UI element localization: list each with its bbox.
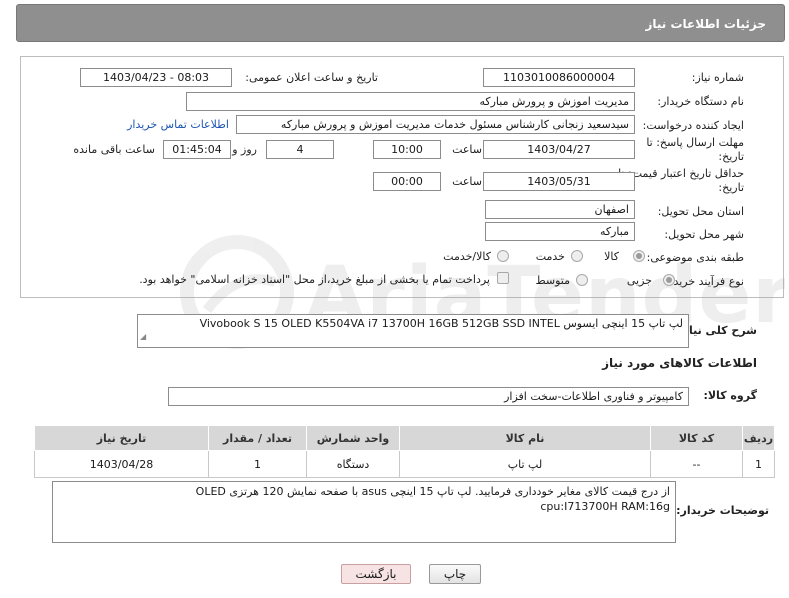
province-field[interactable]: اصفهان: [485, 200, 635, 219]
table-header-row: ردیف کد کالا نام کالا واحد شمارش تعداد /…: [34, 425, 775, 451]
announce-date-label: تاریخ و ساعت اعلان عمومی:: [245, 71, 378, 84]
need-number-label: شماره نیاز:: [691, 71, 744, 84]
description-label: شرح کلی نیاز:: [678, 324, 757, 337]
back-button[interactable]: بازگشت: [341, 564, 411, 584]
purchase-option-medium: متوسط: [535, 274, 570, 287]
purchase-radio-medium[interactable]: [576, 274, 588, 286]
purchase-type-label: نوع فرآیند خرید :: [666, 275, 744, 288]
col-header-code: کد کالا: [650, 425, 743, 451]
buyer-org-label: نام دستگاه خریدار:: [657, 95, 744, 108]
description-text: لپ تاپ 15 اینچی ایسوس Vivobook S 15 OLED…: [199, 317, 683, 330]
print-button[interactable]: چاپ: [429, 564, 481, 584]
city-field[interactable]: مبارکه: [485, 222, 635, 241]
buyer-notes-line-2: cpu:I713700H RAM:16g: [540, 500, 670, 513]
remaining-time-field[interactable]: 01:45:04: [163, 140, 231, 159]
cell-unit: دستگاه: [306, 450, 400, 478]
reply-time-label: ساعت: [452, 143, 482, 156]
category-radio-service[interactable]: [571, 250, 583, 262]
category-label: طبقه بندی موضوعی:: [646, 251, 744, 264]
price-validity-time[interactable]: 00:00: [373, 172, 441, 191]
category-radio-goods[interactable]: [633, 250, 645, 262]
cell-quantity: 1: [208, 450, 307, 478]
price-validity-date[interactable]: 1403/05/31: [483, 172, 635, 191]
buyer-contact-link[interactable]: اطلاعات تماس خریدار: [127, 118, 229, 131]
reply-deadline-date[interactable]: 1403/04/27: [483, 140, 635, 159]
requester-label: ایجاد کننده درخواست:: [642, 119, 744, 132]
category-option-service: خدمت: [535, 250, 565, 263]
col-header-row-number: ردیف: [742, 425, 775, 451]
table-row[interactable]: 1 -- لپ تاپ دستگاه 1 1403/04/28: [34, 450, 775, 478]
goods-group-field[interactable]: کامپیوتر و فناوری اطلاعات-سخت افزار: [168, 387, 689, 406]
city-label: شهر محل تحویل:: [664, 228, 744, 241]
purchase-radio-minor[interactable]: [663, 274, 675, 286]
announce-date-field[interactable]: 1403/04/23 - 08:03: [80, 68, 232, 87]
reply-deadline-label: مهلت ارسال پاسخ: تا: [646, 136, 744, 149]
cell-code: --: [650, 450, 743, 478]
page-header: جزئیات اطلاعات نیاز: [16, 4, 785, 42]
price-validity-label-2: تاریخ:: [718, 181, 744, 194]
cell-need-date: 1403/04/28: [34, 450, 209, 478]
buyer-org-field[interactable]: مدیریت اموزش و پرورش مبارکه: [186, 92, 635, 111]
province-label: استان محل تحویل:: [657, 205, 744, 218]
col-header-need-date: تاریخ نیاز: [34, 425, 209, 451]
page-title: جزئیات اطلاعات نیاز: [645, 17, 766, 31]
cell-row-number: 1: [742, 450, 775, 478]
buyer-notes-textarea[interactable]: از درج قیمت کالای مغایر خودداری فرمایید.…: [52, 481, 676, 543]
buyer-notes-label: توضیحات خریدار:: [676, 504, 769, 517]
goods-table: ردیف کد کالا نام کالا واحد شمارش تعداد /…: [34, 425, 775, 478]
col-header-quantity: تعداد / مقدار: [208, 425, 307, 451]
remaining-time-label: ساعت باقی مانده: [73, 143, 155, 156]
cell-name: لپ تاپ: [399, 450, 651, 478]
days-label: روز و: [232, 143, 257, 156]
reply-days-field[interactable]: 4: [266, 140, 334, 159]
buyer-notes-line-1: از درج قیمت کالای مغایر خودداری فرمایید.…: [195, 485, 670, 498]
description-textarea[interactable]: لپ تاپ 15 اینچی ایسوس Vivobook S 15 OLED…: [137, 314, 689, 348]
category-radio-goods-service[interactable]: [497, 250, 509, 262]
purchase-option-minor: جزیی: [626, 274, 652, 287]
price-time-label: ساعت: [452, 175, 482, 188]
need-number-field[interactable]: 1103010086000004: [483, 68, 635, 87]
category-option-goods-service: کالا/خدمت: [443, 250, 491, 263]
price-validity-label: حداقل تاریخ اعتبار قیمت: تا: [618, 167, 744, 180]
goods-section-title: اطلاعات کالاهای مورد نیاز: [602, 356, 757, 370]
reply-deadline-time[interactable]: 10:00: [373, 140, 441, 159]
col-header-unit: واحد شمارش: [306, 425, 400, 451]
treasury-checkbox[interactable]: [497, 272, 509, 284]
treasury-note: پرداخت تمام یا بخشی از مبلغ خرید،از محل …: [139, 273, 490, 286]
reply-deadline-label-2: تاریخ:: [718, 150, 744, 163]
resize-handle-icon[interactable]: ◢: [140, 328, 146, 346]
goods-group-label: گروه کالا:: [703, 389, 757, 402]
requester-field[interactable]: سیدسعید زنجانی کارشناس مسئول خدمات مدیری…: [236, 115, 635, 134]
col-header-name: نام کالا: [399, 425, 651, 451]
category-option-goods: کالا: [604, 250, 619, 263]
